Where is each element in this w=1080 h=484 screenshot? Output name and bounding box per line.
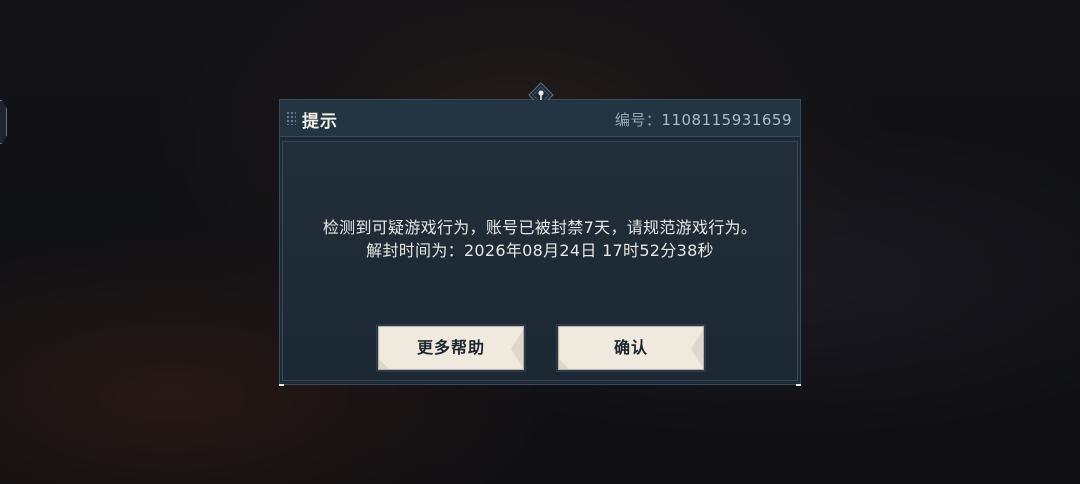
corner-marker (279, 384, 284, 386)
game-screen: 提示 编号：1108115931659 检测到可疑游戏行为，账号已被封禁7天，请… (0, 0, 1080, 484)
drag-grip-icon (286, 111, 296, 125)
confirm-label: 确认 (613, 338, 648, 357)
ban-message: 检测到可疑游戏行为，账号已被封禁7天，请规范游戏行为。 (322, 218, 758, 237)
account-id-label: 编号： (614, 111, 662, 129)
account-id: 编号：1108115931659 (615, 109, 792, 130)
button-decoration (691, 327, 703, 369)
button-decoration (511, 327, 523, 369)
account-id-value: 1108115931659 (661, 111, 792, 129)
dialog-body: 检测到可疑游戏行为，账号已被封禁7天，请规范游戏行为。 解封时间为：2026年0… (282, 141, 798, 381)
dialog-title: 提示 (302, 112, 338, 132)
dialog-header: 提示 编号：1108115931659 (280, 100, 800, 137)
more-help-button[interactable]: 更多帮助 (378, 326, 524, 370)
confirm-button[interactable]: 确认 (558, 326, 704, 370)
unban-time: 解封时间为：2026年08月24日 17时52分38秒 (366, 241, 714, 260)
button-decoration (379, 359, 389, 369)
button-decoration (559, 359, 569, 369)
corner-marker (796, 384, 801, 386)
notice-dialog: 提示 编号：1108115931659 检测到可疑游戏行为，账号已被封禁7天，请… (279, 82, 801, 386)
more-help-label: 更多帮助 (416, 338, 485, 357)
